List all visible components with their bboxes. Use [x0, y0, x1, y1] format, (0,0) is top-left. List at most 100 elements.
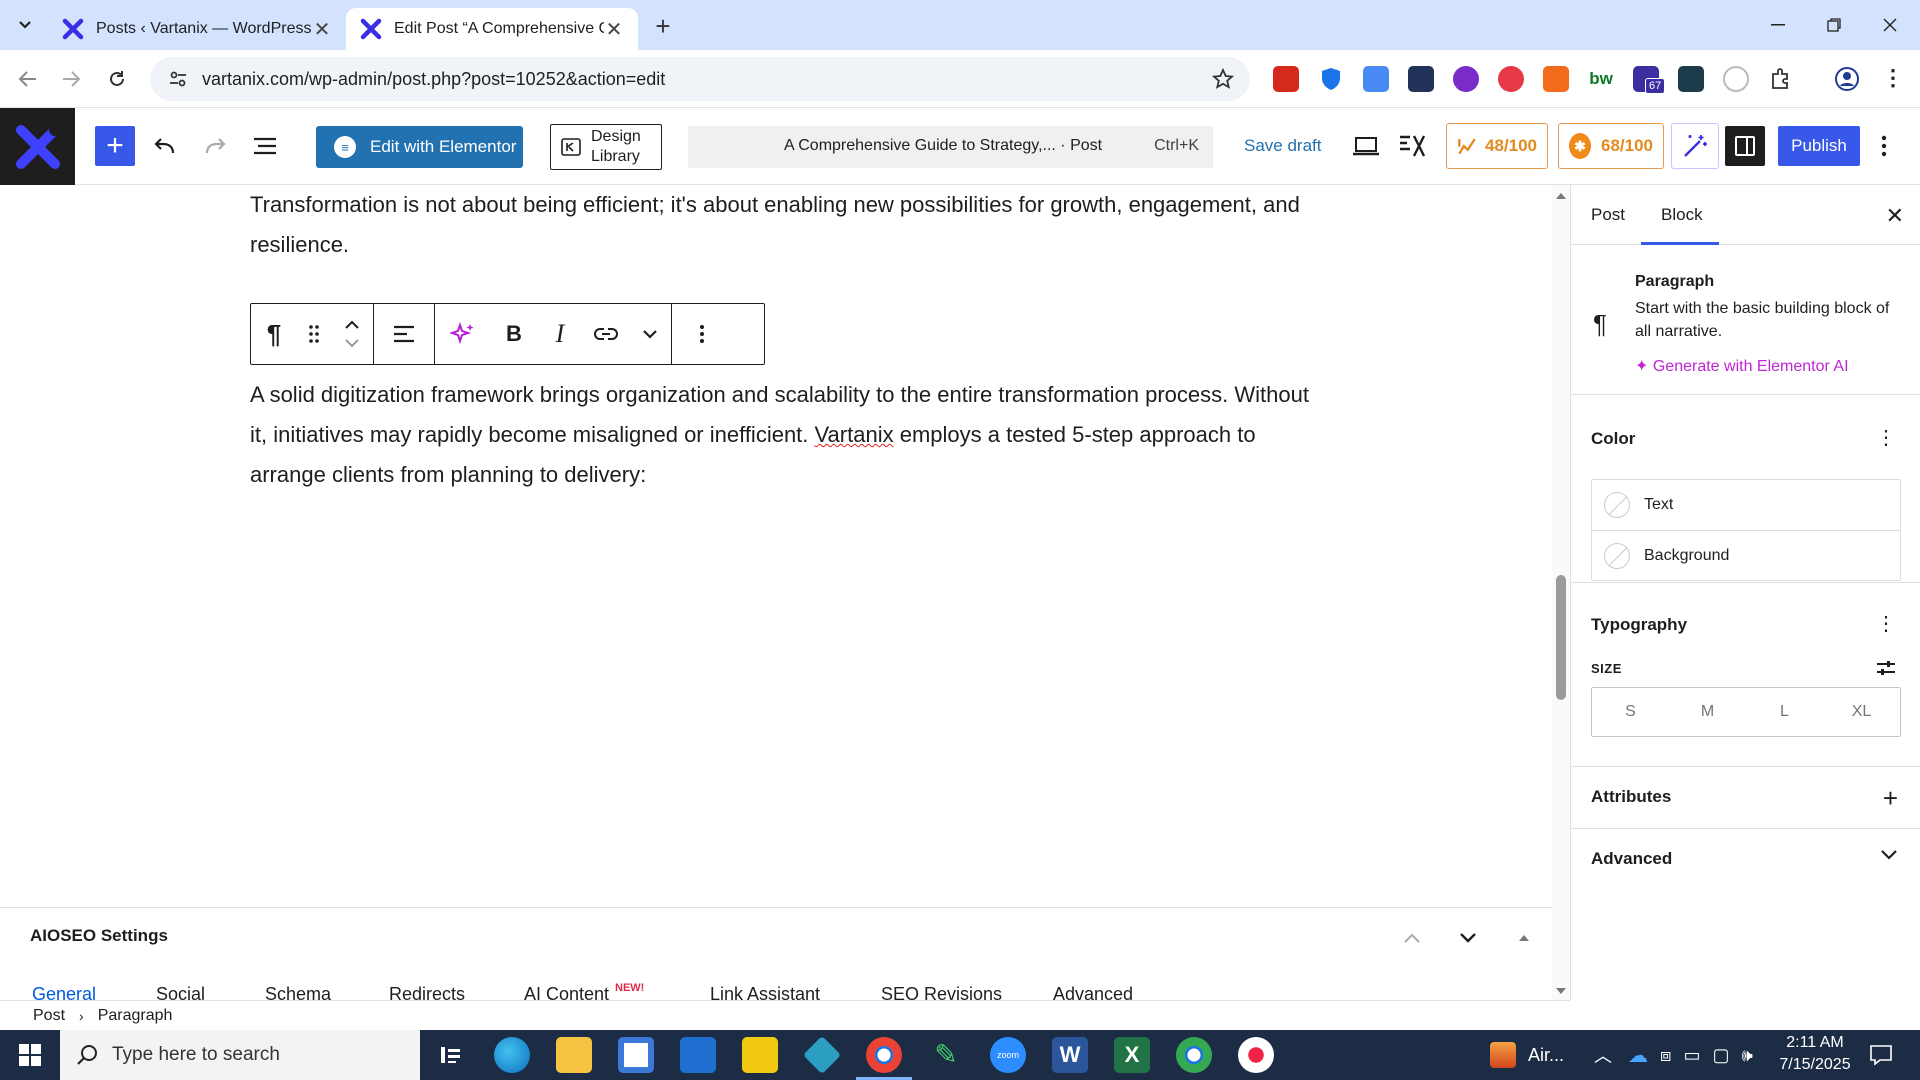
redo-button[interactable]	[195, 126, 235, 166]
tab-post[interactable]: Post	[1591, 205, 1625, 225]
paint-app-icon[interactable]	[1238, 1037, 1274, 1073]
sticky-notes-icon[interactable]	[742, 1037, 778, 1073]
block-options-button[interactable]	[672, 304, 732, 364]
chevron-up-icon[interactable]	[344, 319, 360, 331]
font-size-s[interactable]: S	[1592, 688, 1669, 736]
folder-extension-icon[interactable]	[1408, 66, 1434, 92]
plus-icon[interactable]: +	[1883, 783, 1898, 814]
close-tab-icon[interactable]: ✕	[312, 19, 332, 41]
link-button[interactable]	[583, 304, 629, 364]
kite-app-icon[interactable]	[802, 1035, 842, 1075]
toggle-panel-button[interactable]	[1510, 924, 1538, 952]
tab-block[interactable]: Block	[1661, 205, 1703, 225]
task-view-icon[interactable]	[432, 1037, 468, 1073]
weather-icon[interactable]	[1490, 1042, 1516, 1068]
scroll-down-arrow-icon[interactable]	[1552, 984, 1570, 998]
drag-handle[interactable]	[297, 304, 331, 364]
font-size-xl[interactable]: XL	[1823, 688, 1900, 736]
browser-tab-posts[interactable]: Posts ‹ Vartanix — WordPress ✕	[48, 8, 346, 50]
color-options-icon[interactable]: ⋮	[1876, 425, 1896, 450]
scroll-up-arrow-icon[interactable]	[1552, 189, 1570, 203]
save-draft-button[interactable]: Save draft	[1244, 136, 1322, 156]
close-window-button[interactable]	[1862, 0, 1918, 50]
chrome-app-icon[interactable]	[856, 1037, 912, 1080]
minimize-window-button[interactable]	[1750, 0, 1806, 50]
react-extension-icon[interactable]	[1678, 66, 1704, 92]
system-clock[interactable]: 2:11 AM 7/15/2025	[1760, 1032, 1870, 1076]
puzzle-extensions-icon[interactable]	[1768, 66, 1794, 92]
paragraph-block[interactable]: Transformation is not about being effici…	[250, 185, 1320, 265]
site-logo-button[interactable]	[0, 108, 75, 185]
edit-with-elementor-button[interactable]: ≡ Edit with Elementor	[316, 126, 523, 168]
excel-app-icon[interactable]: X	[1114, 1037, 1150, 1073]
performance-button[interactable]	[1393, 126, 1433, 166]
volume-icon[interactable]: 🕪	[1742, 1045, 1753, 1066]
undo-button[interactable]	[145, 126, 185, 166]
text-color-button[interactable]: Text	[1592, 480, 1900, 530]
profile-avatar-icon[interactable]	[1834, 66, 1860, 92]
options-menu-button[interactable]	[1872, 130, 1896, 162]
generate-with-ai-link[interactable]: ✦ Generate with Elementor AI	[1635, 356, 1849, 376]
weather-text[interactable]: Air...	[1528, 1045, 1564, 1066]
forward-button[interactable]	[55, 63, 87, 95]
chrome-profile-app-icon[interactable]	[1176, 1037, 1212, 1073]
file-explorer-icon[interactable]	[556, 1037, 592, 1073]
move-panel-up-button[interactable]	[1398, 924, 1426, 952]
font-size-l[interactable]: L	[1746, 688, 1823, 736]
italic-button[interactable]: I	[537, 304, 583, 364]
attributes-panel[interactable]: Attributes +	[1571, 767, 1920, 829]
zoom-app-icon[interactable]: zoom	[990, 1037, 1026, 1073]
pdf-extension-icon[interactable]	[1273, 66, 1299, 92]
paragraph-block-selected[interactable]: A solid digitization framework brings or…	[250, 375, 1320, 495]
align-text-button[interactable]	[374, 304, 434, 364]
advanced-panel[interactable]: Advanced	[1571, 829, 1920, 891]
preview-button[interactable]	[1346, 126, 1386, 166]
close-tab-icon[interactable]: ✕	[604, 19, 624, 41]
grad-cap-extension-icon[interactable]: 67	[1633, 66, 1666, 94]
bw-extension-icon[interactable]: bw	[1588, 66, 1614, 92]
shield-extension-icon[interactable]	[1318, 66, 1344, 92]
address-bar[interactable]: vartanix.com/wp-admin/post.php?post=1025…	[150, 57, 1250, 101]
design-library-button[interactable]: Design Library	[550, 124, 662, 170]
tab-search-button[interactable]	[10, 11, 40, 39]
font-size-m[interactable]: M	[1669, 688, 1746, 736]
pen-app-icon[interactable]: ✎	[928, 1037, 964, 1073]
bookmark-star-icon[interactable]	[1212, 68, 1234, 90]
chevron-up-icon[interactable]: ︿	[1594, 1042, 1612, 1068]
seo-score-button[interactable]: 48/100	[1446, 123, 1548, 169]
command-palette-button[interactable]: A Comprehensive Guide to Strategy,... · …	[688, 126, 1213, 168]
network-icon[interactable]: ▢	[1712, 1045, 1729, 1066]
chevron-down-icon[interactable]	[344, 337, 360, 349]
elementor-ai-button[interactable]	[435, 304, 491, 364]
paragraph-block-switcher[interactable]: ¶	[251, 304, 297, 364]
settings-sidebar-toggle[interactable]	[1725, 126, 1765, 166]
compass-extension-icon[interactable]	[1723, 66, 1749, 92]
docs-extension-icon[interactable]	[1363, 66, 1389, 92]
scrollbar-thumb[interactable]	[1556, 575, 1566, 700]
close-sidebar-icon[interactable]: ✕	[1886, 203, 1904, 229]
move-up-down-buttons[interactable]	[331, 304, 373, 364]
battery-icon[interactable]: ▭	[1683, 1045, 1700, 1066]
background-color-button[interactable]: Background	[1592, 530, 1900, 580]
breadcrumb-post[interactable]: Post	[33, 1007, 65, 1025]
browser-tab-edit-post[interactable]: Edit Post “A Comprehensive Gu ✕	[346, 8, 638, 50]
word-app-icon[interactable]: W	[1052, 1037, 1088, 1073]
truseo-score-button[interactable]: ✱ 68/100	[1558, 123, 1664, 169]
edge-app-icon[interactable]	[494, 1037, 530, 1073]
onedrive-icon[interactable]: ☁	[1628, 1043, 1648, 1068]
notification-center-icon[interactable]	[1868, 1042, 1894, 1068]
lightning-extension-icon[interactable]	[1543, 66, 1569, 92]
color-extension-icon[interactable]	[1453, 66, 1479, 92]
camera-icon[interactable]: ⧈	[1660, 1045, 1671, 1066]
new-tab-button[interactable]: +	[648, 11, 678, 41]
restore-window-button[interactable]	[1806, 0, 1862, 50]
block-inserter-button[interactable]: +	[95, 126, 135, 166]
pokeball-extension-icon[interactable]	[1498, 66, 1524, 92]
microsoft-store-icon[interactable]	[618, 1037, 654, 1073]
taskbar-search-box[interactable]: Type here to search	[60, 1030, 420, 1080]
browser-menu-icon[interactable]: ⋮	[1880, 66, 1906, 92]
move-panel-down-button[interactable]	[1454, 924, 1482, 952]
reload-button[interactable]	[101, 63, 133, 95]
back-button[interactable]	[12, 63, 44, 95]
custom-size-toggle[interactable]	[1876, 659, 1896, 677]
